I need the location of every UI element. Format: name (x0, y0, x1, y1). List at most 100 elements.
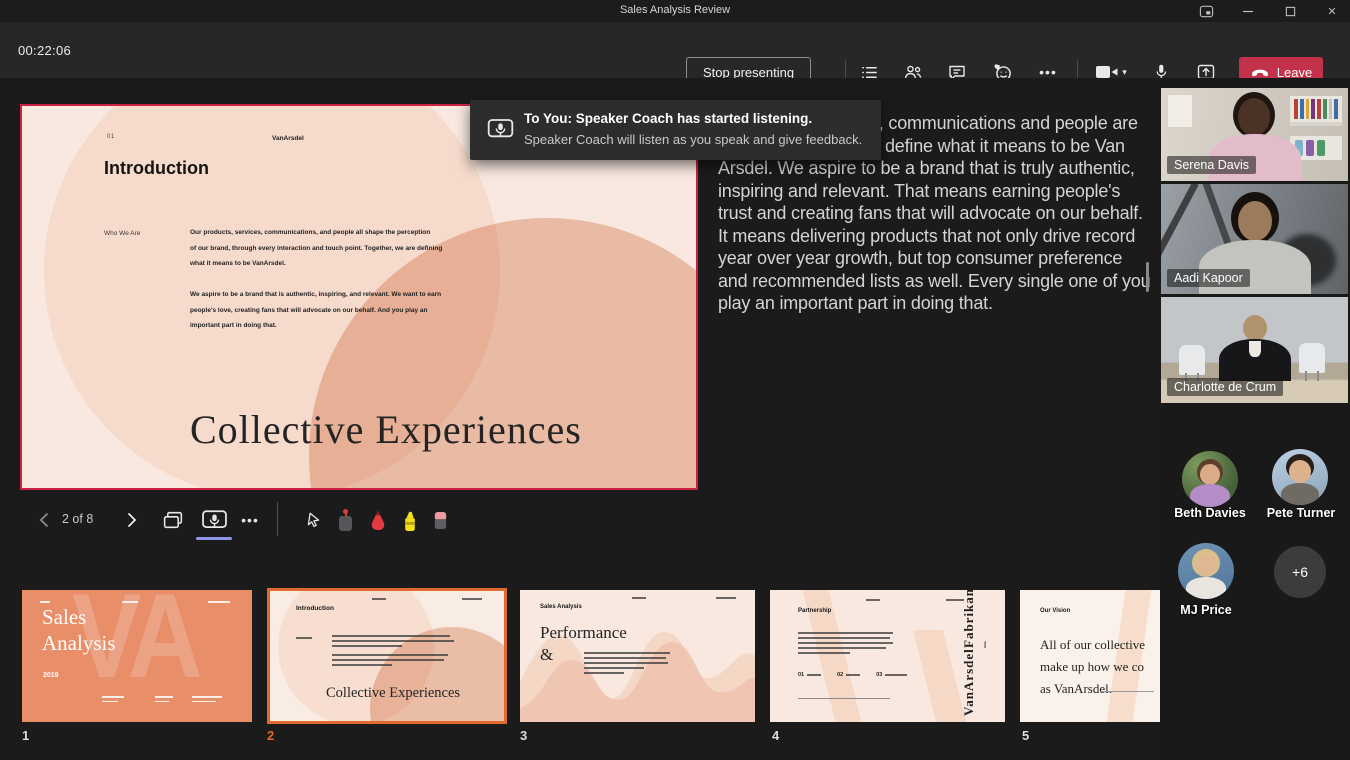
picture-in-picture-icon[interactable] (1186, 0, 1226, 22)
pointer-tool-icon[interactable] (300, 506, 326, 534)
notes-line: define what it means to be Van (885, 135, 1160, 158)
meeting-timer: 00:22:06 (18, 43, 71, 58)
thumbnail-number: 5 (1022, 728, 1029, 743)
placeholder-paragraph (332, 635, 454, 669)
avatar-beth[interactable] (1182, 451, 1238, 507)
placeholder-text (296, 637, 312, 642)
slide-thumbnail-1[interactable]: VA Sales Analysis 2019 (22, 590, 252, 722)
thumb1-title: Sales Analysis (42, 604, 116, 656)
thumb4-vertical-title: VanArsdel Fabrikam – (961, 598, 991, 716)
thumbnail-number: 3 (520, 728, 527, 743)
camera-dropdown-chevron-icon: ▾ (1122, 67, 1127, 78)
slide-thumbnails-icon[interactable] (158, 506, 188, 534)
decor-bookshelf (1290, 96, 1342, 126)
window-titlebar: Sales Analysis Review ✕ (0, 0, 1350, 22)
thumbnail-number: 1 (22, 728, 29, 743)
overflow-participants-badge[interactable]: +6 (1274, 546, 1326, 598)
participants-panel: Serena Davis Aadi Kapoor Charlotte de Cr… (1160, 78, 1350, 760)
placeholder-text (40, 601, 50, 606)
slide-paragraph-2: We aspire to be a brand that is authenti… (190, 287, 470, 334)
notes-scrollbar[interactable] (1146, 262, 1149, 292)
speaker-coach-toast[interactable]: To You: Speaker Coach has started listen… (470, 100, 881, 160)
notes-line: and recommended lists as well. Every sin… (718, 270, 1160, 293)
placeholder-text (372, 598, 386, 603)
decor-chair (1179, 345, 1205, 375)
slide-position-label: 2 of 8 (62, 512, 93, 526)
hang-up-icon (1250, 67, 1270, 77)
placeholder-text (122, 601, 138, 606)
placeholder-text (192, 696, 222, 705)
speaker-coach-toggle-icon[interactable] (196, 506, 232, 534)
notes-line: trust and creating fans that will advoca… (718, 202, 1160, 225)
video-tile-aadi[interactable]: Aadi Kapoor (1161, 184, 1348, 294)
person-shirt (1249, 341, 1261, 357)
slide-thumbnail-2-selected[interactable]: Introduction Collective Experiences (267, 588, 507, 724)
decor-poster (1167, 94, 1193, 128)
toast-title: To You: Speaker Coach has started listen… (524, 111, 812, 126)
placeholder-text (716, 597, 736, 602)
thumb5-header: Our Vision (1040, 608, 1070, 614)
thumb4-header: Partnership (798, 608, 831, 614)
avatar-torso (1190, 484, 1230, 507)
avatar-pete[interactable] (1272, 449, 1328, 505)
placeholder-text (155, 696, 173, 705)
placeholder-paragraph (798, 632, 893, 657)
avatar-face (1196, 554, 1216, 576)
avatar-torso (1281, 483, 1319, 505)
highlighter-tool-icon[interactable] (396, 506, 424, 534)
participant-name-label: MJ Price (1151, 603, 1261, 617)
notes-line: play an important part in doing that. (718, 292, 1160, 315)
slide-page-number: 01 (107, 134, 115, 140)
video-tile-serena[interactable]: Serena Davis (1161, 88, 1348, 181)
slide-title: Collective Experiences (190, 406, 582, 453)
toast-subtitle: Speaker Coach will listen as you speak a… (524, 132, 862, 147)
maximize-icon[interactable] (1270, 0, 1310, 22)
decor-chair (1299, 343, 1325, 373)
notes-line: It means delivering products that not on… (718, 225, 1160, 248)
placeholder-text (462, 598, 482, 603)
presentation-stage: 01 VanArsdel Introduction Who We Are Our… (0, 78, 1160, 760)
window-title: Sales Analysis Review (0, 4, 1350, 16)
placeholder-text (102, 696, 124, 705)
thumb2-heading: Introduction (296, 605, 334, 612)
current-slide[interactable]: 01 VanArsdel Introduction Who We Are Our… (20, 104, 698, 490)
slide-brand: VanArsdel (272, 135, 304, 142)
avatar-face (1200, 464, 1220, 485)
notes-line: s, communications and people are (870, 112, 1160, 135)
decor-window-frame (1200, 184, 1234, 251)
eraser-tool-icon[interactable] (426, 506, 454, 534)
thumb2-title: Collective Experiences (326, 685, 460, 702)
pen-tool-icon[interactable] (364, 506, 392, 534)
slide-side-label: Who We Are (104, 230, 140, 237)
decor-window-frame (1161, 184, 1199, 264)
thumbnail-number-current: 2 (267, 728, 274, 743)
slide-thumbnail-3[interactable]: Sales Analysis Performance & (520, 590, 755, 722)
placeholder-text (208, 601, 230, 606)
coach-active-underline (196, 537, 232, 540)
avatar-mj[interactable] (1178, 543, 1234, 599)
meeting-toolbar: 00:22:06 Stop presenting ••• (0, 22, 1350, 78)
previous-slide-icon[interactable] (32, 506, 56, 534)
thumb5-rule (1102, 691, 1154, 692)
video-tile-charlotte[interactable]: Charlotte de Crum (1161, 297, 1348, 403)
controls-divider (277, 502, 278, 536)
avatar-torso (1186, 577, 1226, 599)
placeholder-text (632, 597, 646, 602)
next-slide-icon[interactable] (120, 506, 144, 534)
notes-line: Arsdel. We aspire to be a brand that is … (718, 157, 1160, 180)
notes-line: inspiring and relevant. That means earni… (718, 180, 1160, 203)
person-face (1238, 98, 1270, 136)
laser-pointer-tool-icon[interactable] (332, 506, 358, 534)
thumb4-rule (798, 698, 890, 699)
placeholder-paragraph (584, 652, 670, 677)
thumb3-header: Sales Analysis (540, 604, 582, 610)
placeholder-text (866, 599, 880, 604)
minimize-icon[interactable] (1228, 0, 1268, 22)
close-icon[interactable]: ✕ (1312, 0, 1350, 22)
slide-thumbnail-4[interactable]: Partnership 01 02 03 VanArsdel Fabrikam … (770, 590, 1005, 722)
more-slide-options-icon[interactable]: ••• (236, 506, 264, 534)
notes-line: year over year growth, but top consumer … (718, 247, 1160, 270)
participant-name-label: Charlotte de Crum (1167, 378, 1283, 396)
participant-name-label: Aadi Kapoor (1167, 269, 1250, 287)
slide-thumbnail-5[interactable]: Our Vision All of our collective make up… (1020, 590, 1160, 722)
